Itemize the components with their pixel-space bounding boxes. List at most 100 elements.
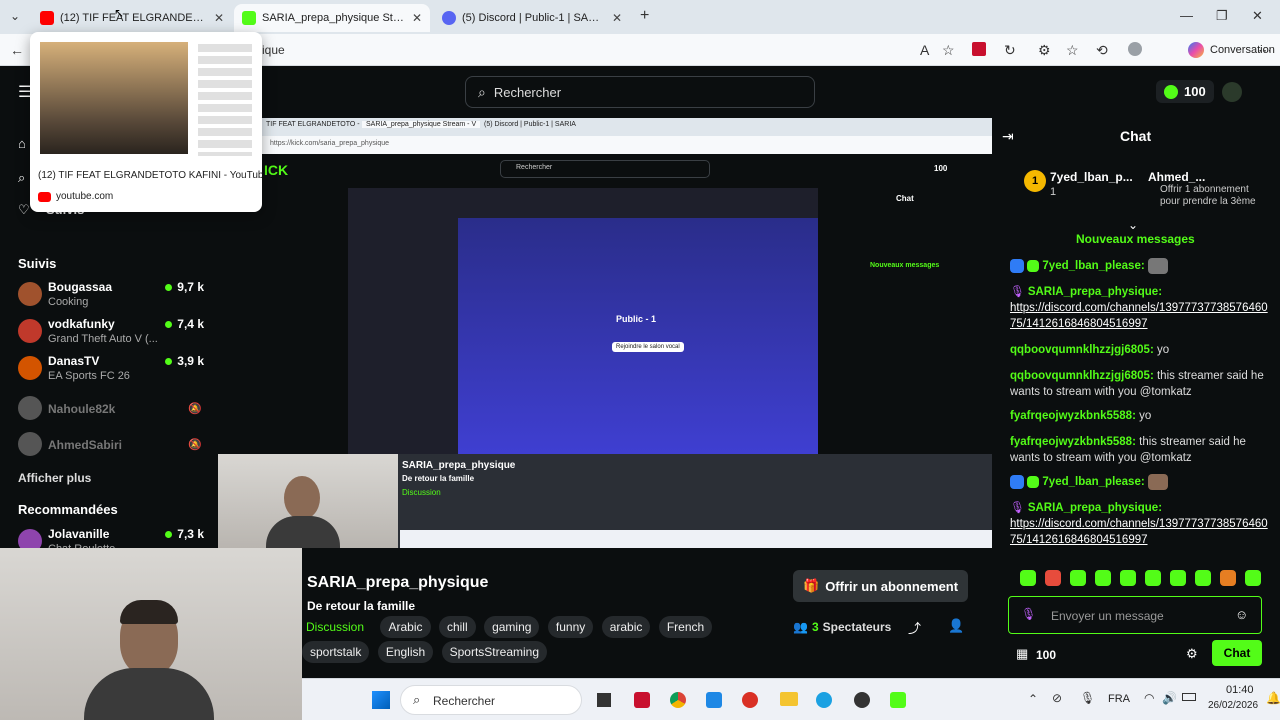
- avatar[interactable]: [1222, 82, 1242, 102]
- chat-link[interactable]: https://discord.com/channels/13977737738…: [1010, 518, 1268, 546]
- edge-icon[interactable]: [816, 692, 832, 708]
- emote[interactable]: [1195, 570, 1211, 586]
- pdf-icon[interactable]: [742, 692, 758, 708]
- emote[interactable]: [1045, 570, 1061, 586]
- sidebar-channel-nahoule82k[interactable]: Nahoule82k 🔕: [18, 394, 208, 428]
- extensions-icon[interactable]: ⚙: [1038, 42, 1051, 59]
- wifi-icon[interactable]: ◠: [1144, 691, 1154, 705]
- tab-youtube[interactable]: (12) TIF FEAT ELGRANDETOTO - KA ✕: [32, 4, 232, 32]
- clock-time[interactable]: 01:40: [1226, 684, 1254, 696]
- follow-user-icon[interactable]: 👤: [948, 618, 964, 634]
- category-link[interactable]: Discussion: [302, 616, 372, 638]
- new-tab-icon[interactable]: +: [640, 7, 649, 25]
- favorite-icon[interactable]: ☆: [942, 42, 955, 59]
- history-icon[interactable]: ⟲: [1096, 42, 1108, 59]
- read-aloud-icon[interactable]: A: [920, 42, 929, 58]
- maximize-icon[interactable]: ❐: [1216, 8, 1228, 24]
- tag[interactable]: chill: [438, 616, 476, 638]
- tag[interactable]: SportsStreaming: [441, 641, 547, 663]
- emote[interactable]: [1170, 570, 1186, 586]
- emoji-icon[interactable]: ☺: [1235, 607, 1248, 622]
- tab-list-icon[interactable]: ⌄: [10, 9, 20, 23]
- chat-message: 7yed_lban_please:: [1010, 258, 1270, 274]
- expand-icon[interactable]: ⌄: [1128, 218, 1138, 232]
- tab-discord[interactable]: (5) Discord | Public-1 | SARIA ✕: [434, 4, 630, 32]
- home-icon[interactable]: ⌂: [18, 136, 26, 151]
- more-icon[interactable]: ⋯: [1258, 42, 1272, 59]
- chat-input[interactable]: 🎙 Envoyer un message ☺: [1008, 596, 1262, 634]
- chat-settings-icon[interactable]: ⚙: [1186, 646, 1198, 662]
- inner-taskbar: [400, 530, 992, 548]
- new-messages-label[interactable]: Nouveaux messages: [1076, 232, 1195, 246]
- chat-message: qqboovqumnklhzzjgj6805: this streamer sa…: [1010, 370, 1264, 398]
- tab-kick[interactable]: SARIA_prepa_physique Stream - V ✕: [234, 4, 430, 32]
- heart-icon[interactable]: ♡: [18, 202, 30, 218]
- emote[interactable]: [1020, 570, 1036, 586]
- streamer-name[interactable]: SARIA_prepa_physique: [307, 574, 488, 592]
- volume-icon[interactable]: 🔊: [1162, 691, 1177, 705]
- notifications-off-icon: 🔕: [188, 439, 202, 451]
- tag[interactable]: French: [658, 616, 713, 638]
- extension-icon[interactable]: [972, 42, 986, 56]
- search-input[interactable]: ⌕ Rechercher: [465, 76, 815, 108]
- preview-site: youtube.com: [56, 191, 114, 202]
- tag[interactable]: funny: [547, 616, 594, 638]
- tag[interactable]: Arabic: [380, 616, 431, 638]
- sidebar-channel-danastv[interactable]: DanasTV EA Sports FC 26 3,9 k: [18, 354, 208, 388]
- emote[interactable]: [1145, 570, 1161, 586]
- browse-icon[interactable]: ⌕: [18, 170, 25, 186]
- network-off-icon[interactable]: ⊘: [1052, 691, 1062, 705]
- minimize-icon[interactable]: —: [1180, 8, 1193, 23]
- app-icon[interactable]: [890, 692, 906, 708]
- tag[interactable]: arabic: [601, 616, 651, 638]
- emote[interactable]: [1120, 570, 1136, 586]
- notifications-icon[interactable]: 🔔: [1266, 691, 1280, 705]
- taskbar-search[interactable]: ⌕ Rechercher: [400, 685, 582, 715]
- folder-icon[interactable]: [780, 692, 798, 706]
- sidebar-channel-vodkafunky[interactable]: vodkafunky Grand Theft Auto V (... 7,4 k: [18, 317, 208, 351]
- refresh-icon[interactable]: ↻: [1004, 42, 1016, 59]
- obs-icon[interactable]: [854, 692, 870, 708]
- windows-taskbar: ⌕ Rechercher ⌃ ⊘ 🎙 FRA ◠ 🔊 01:40 26/02/2…: [302, 678, 1280, 720]
- profile-icon[interactable]: [1128, 42, 1142, 56]
- tag[interactable]: English: [377, 641, 434, 663]
- language-indicator[interactable]: FRA: [1108, 693, 1130, 705]
- tag[interactable]: sportstalk: [302, 641, 370, 663]
- clock-date[interactable]: 26/02/2026: [1208, 700, 1258, 711]
- mic-icon[interactable]: 🎙: [1080, 691, 1095, 705]
- battery-icon[interactable]: [1182, 693, 1196, 701]
- emote: [1147, 474, 1168, 490]
- windows-start-icon[interactable]: [372, 691, 390, 709]
- chevron-up-icon[interactable]: ⌃: [1028, 692, 1038, 706]
- copilot-icon[interactable]: [1188, 42, 1204, 58]
- back-icon[interactable]: ←: [10, 42, 24, 58]
- task-view-icon[interactable]: [597, 693, 611, 707]
- emote[interactable]: [1095, 570, 1111, 586]
- emote[interactable]: [1220, 570, 1236, 586]
- app-icon[interactable]: [634, 692, 650, 708]
- collapse-chat-icon[interactable]: ⇥: [1002, 128, 1014, 145]
- favorites-icon[interactable]: ☆: [1066, 42, 1079, 59]
- emote[interactable]: [1245, 570, 1261, 586]
- window-close-icon[interactable]: ✕: [1252, 8, 1263, 24]
- emote-bar: [1020, 570, 1261, 586]
- sidebar-channel-bougassaa[interactable]: Bougassaa Cooking 9,7 k: [18, 280, 208, 314]
- stream-video[interactable]: TIF FEAT ELGRANDETOTO - K SARIA_prepa_ph…: [218, 118, 992, 548]
- address-bar[interactable]: ique: [262, 43, 285, 57]
- share-icon[interactable]: ⤴: [908, 618, 921, 637]
- chrome-icon[interactable]: [670, 692, 686, 708]
- close-icon[interactable]: ✕: [214, 11, 224, 25]
- send-chat-button[interactable]: Chat: [1212, 640, 1262, 666]
- close-icon[interactable]: ✕: [612, 11, 622, 25]
- tag[interactable]: gaming: [484, 616, 540, 638]
- sidebar-channel-ahmedsabiri[interactable]: AhmedSabiri 🔕: [18, 430, 208, 464]
- app-icon[interactable]: [706, 692, 722, 708]
- points-balance[interactable]: 100: [1156, 80, 1214, 103]
- inner-webcam: [218, 454, 398, 548]
- close-icon[interactable]: ✕: [412, 11, 422, 25]
- emote[interactable]: [1070, 570, 1086, 586]
- chat-link[interactable]: https://discord.com/channels/13977737738…: [1010, 302, 1268, 330]
- gift-icon: 🎁: [803, 578, 820, 593]
- show-more-link[interactable]: Afficher plus: [18, 471, 91, 485]
- gift-subscription-button[interactable]: 🎁 Offrir un abonnement: [793, 570, 969, 602]
